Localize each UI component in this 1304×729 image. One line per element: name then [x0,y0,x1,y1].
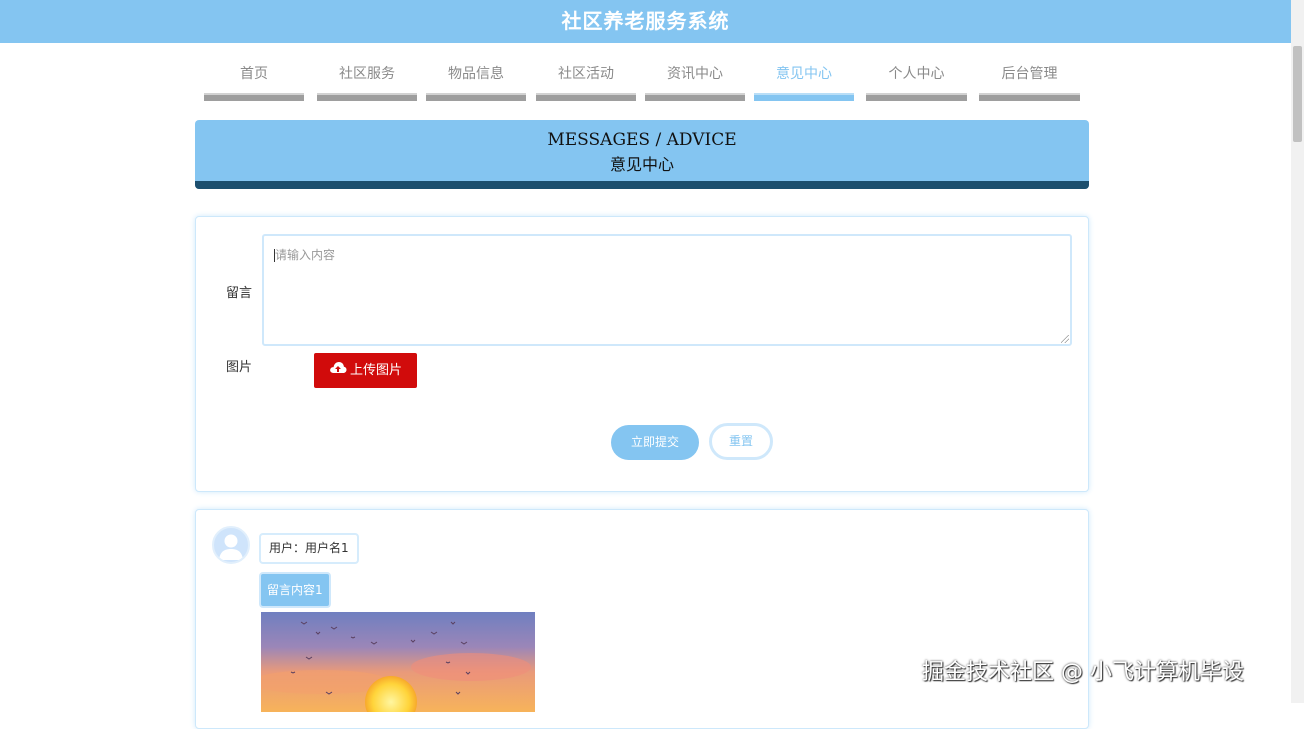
nav-item-underline [754,93,854,101]
reset-button[interactable]: 重置 [709,423,773,460]
message-image [261,612,535,712]
nav-item-label: 个人中心 [888,66,945,82]
nav-item-label: 社区服务 [339,66,395,82]
nav-item-underline [536,93,636,101]
nav-item-label: 首页 [240,66,268,82]
scrollbar-thumb[interactable] [1293,46,1302,142]
nav-item-community-service[interactable]: 社区服务 [317,62,417,101]
nav-item-label: 意见中心 [776,66,832,82]
page-scrollbar[interactable] [1291,0,1304,703]
nav-item-home[interactable]: 首页 [204,62,304,101]
app-header: 社区养老服务系统 [0,0,1291,43]
user-avatar-icon [212,526,250,564]
app-title: 社区养老服务系统 [561,9,730,33]
feedback-form: 留言 请输入内容 图片 上传图片 立即提交 重置 [195,216,1089,492]
nav-item-goods-info[interactable]: 物品信息 [426,62,526,101]
nav-item-personal-center[interactable]: 个人中心 [866,62,967,101]
message-textarea[interactable]: 请输入内容 [262,234,1072,346]
nav-item-label: 社区活动 [558,66,614,82]
banner-title-en: MESSAGES / ADVICE [547,130,737,150]
nav-item-community-activity[interactable]: 社区活动 [536,62,636,101]
message-placeholder: 请输入内容 [275,248,336,262]
nav-item-underline [645,93,745,101]
nav-item-underline [204,93,304,101]
main-nav: 首页 社区服务 物品信息 社区活动 资讯中心 意见中心 个人中心 后台管理 [0,62,1291,102]
nav-item-underline [979,93,1080,101]
section-banner: MESSAGES / ADVICE 意见中心 [195,120,1089,189]
banner-bottom-stripe [195,181,1089,189]
message-content: 留言内容1 [259,572,331,608]
nav-item-label: 物品信息 [448,66,504,82]
nav-item-label: 资讯中心 [667,66,723,82]
nav-item-admin[interactable]: 后台管理 [979,62,1080,101]
upload-image-button[interactable]: 上传图片 [314,353,417,388]
upload-button-label: 上传图片 [349,363,402,378]
message-user: 用户：用户名1 [259,533,359,564]
nav-item-label: 后台管理 [1001,66,1058,82]
nav-item-news-center[interactable]: 资讯中心 [645,62,745,101]
nav-item-feedback-center[interactable]: 意见中心 [754,62,854,101]
cloud-upload-icon [329,353,347,388]
banner-title-zh: 意见中心 [609,155,674,174]
nav-item-underline [317,93,417,101]
nav-item-underline [866,93,967,101]
submit-button[interactable]: 立即提交 [611,425,699,460]
watermark-text: 掘金技术社区 @ 小飞计算机毕设 [922,660,1244,685]
message-list-item: 用户：用户名1 留言内容1 [195,509,1089,729]
message-label: 留言 [226,286,253,301]
image-label: 图片 [226,360,253,375]
resize-grip[interactable] [1061,335,1069,343]
nav-item-underline [426,93,526,101]
